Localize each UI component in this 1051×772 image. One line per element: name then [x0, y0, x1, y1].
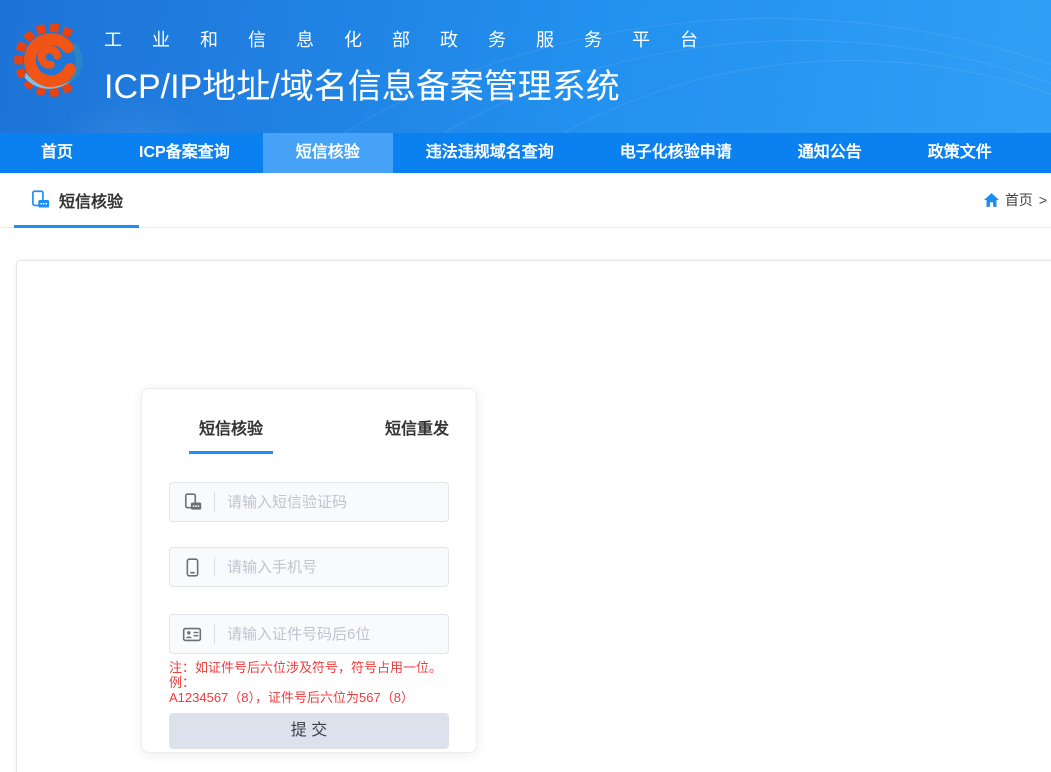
sms-icon	[170, 493, 214, 512]
platform-title: 工业和信息化部政务服务平台	[104, 26, 728, 52]
submit-button[interactable]: 提 交	[169, 713, 449, 749]
nav-item-illegal-domain-query[interactable]: 违法违规域名查询	[393, 133, 587, 173]
id-note: 注：如证件号后六位涉及符号，符号占用一位。例： A1234567（8），证件号后…	[169, 660, 449, 705]
card-tabs: 短信核验 短信重发	[189, 415, 459, 454]
id-note-line1: 注：如证件号后六位涉及符号，符号占用一位。例：	[169, 660, 449, 690]
home-icon	[984, 193, 999, 207]
sms-verify-card: 短信核验 短信重发	[141, 388, 477, 753]
sms-code-field-wrap	[169, 482, 449, 522]
id-note-line2: A1234567（8），证件号后六位为567（8）	[169, 690, 449, 705]
tab-sms-resend[interactable]: 短信重发	[375, 415, 459, 454]
phone-field-wrap	[169, 547, 449, 587]
nav-item-icp-query[interactable]: ICP备案查询	[106, 133, 263, 173]
id-card-icon	[170, 625, 214, 644]
nav-item-policy-files[interactable]: 政策文件	[895, 133, 1025, 173]
phone-input[interactable]	[215, 548, 448, 586]
nav-item-sms-verify[interactable]: 短信核验	[263, 133, 393, 173]
section-header: 短信核验	[30, 188, 123, 212]
page-title: 短信核验	[59, 188, 123, 212]
id-last6-input[interactable]	[215, 615, 448, 653]
breadcrumb-row: 短信核验 首页 >	[0, 173, 1051, 228]
gear-e-logo-icon	[12, 18, 90, 110]
main-nav: 首页 ICP备案查询 短信核验 违法违规域名查询 电子化核验申请 通知公告 政策…	[0, 133, 1051, 173]
tab-sms-verify[interactable]: 短信核验	[189, 415, 273, 454]
breadcrumb-separator: >	[1039, 192, 1047, 208]
sms-code-input[interactable]	[215, 483, 448, 521]
section-active-underline	[14, 225, 139, 228]
sms-icon	[30, 190, 50, 210]
phone-icon	[170, 558, 214, 577]
system-title: ICP/IP地址/域名信息备案管理系统	[104, 59, 728, 108]
breadcrumb-home[interactable]: 首页	[1005, 190, 1033, 210]
nav-item-notices[interactable]: 通知公告	[765, 133, 895, 173]
id-last6-field-wrap	[169, 614, 449, 654]
breadcrumb[interactable]: 首页 >	[984, 190, 1047, 210]
nav-item-electronic-verify[interactable]: 电子化核验申请	[587, 133, 765, 173]
header-banner: 工业和信息化部政务服务平台 ICP/IP地址/域名信息备案管理系统	[0, 0, 1051, 133]
nav-item-home[interactable]: 首页	[8, 133, 106, 173]
